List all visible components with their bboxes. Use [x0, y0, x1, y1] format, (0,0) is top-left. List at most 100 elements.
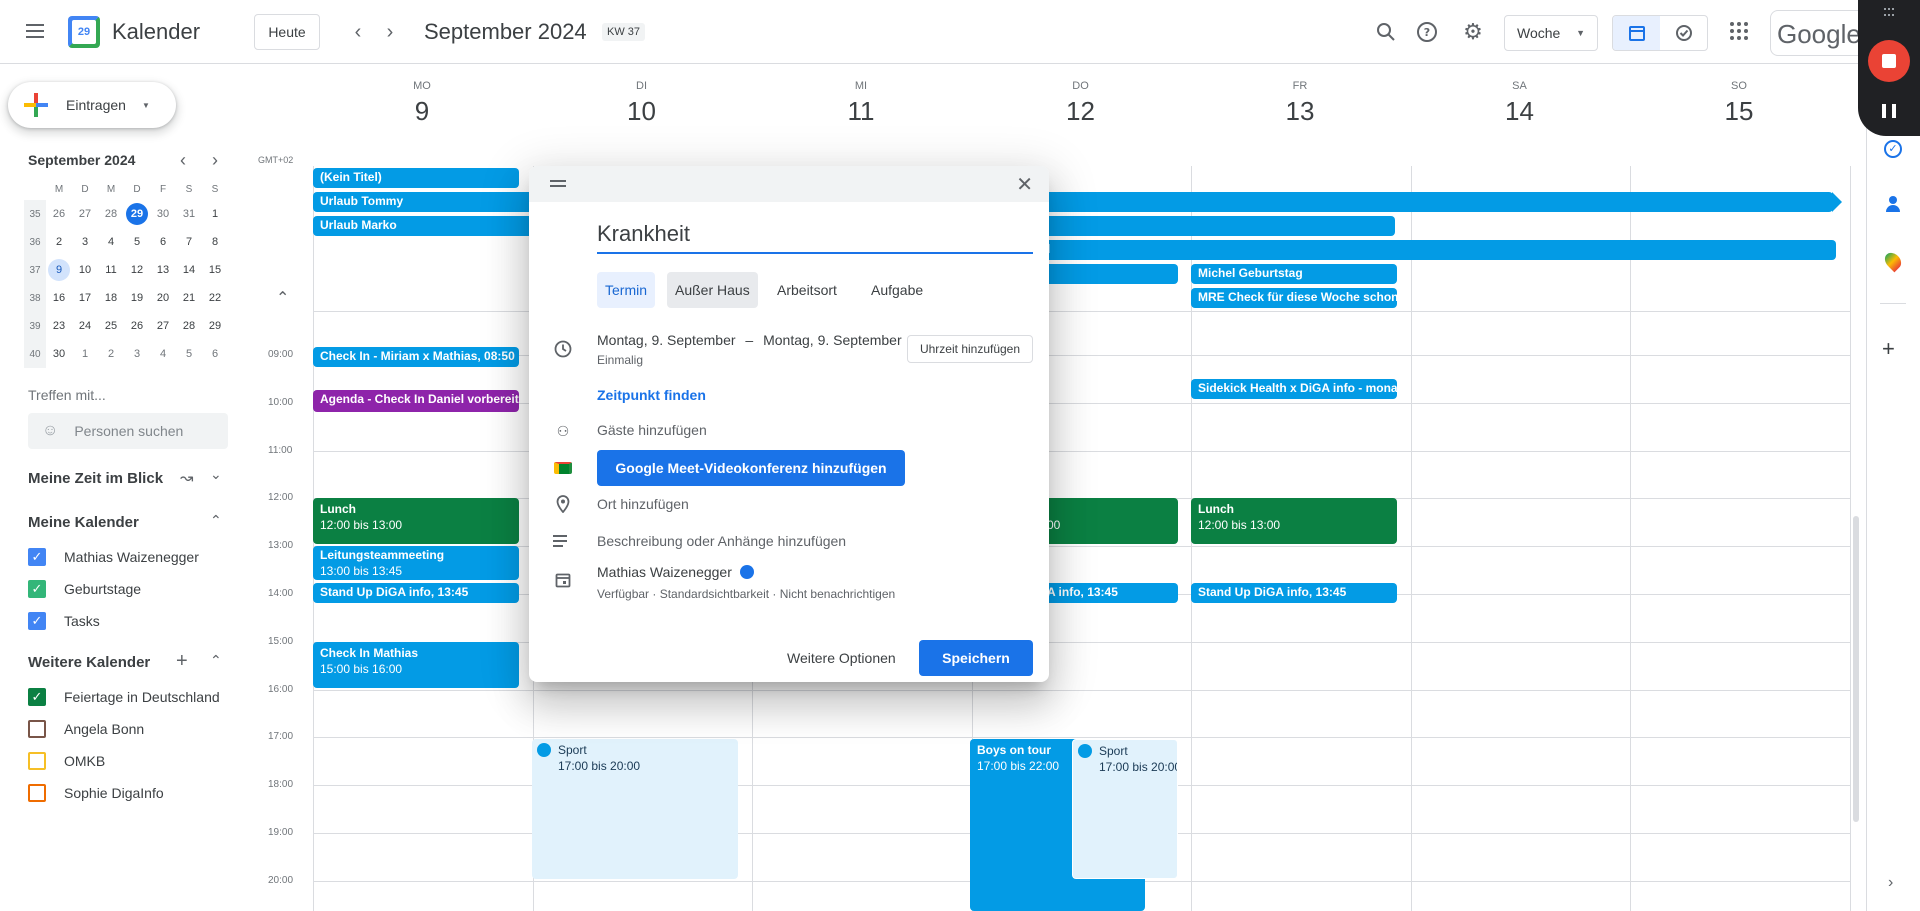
mini-day[interactable]: 26 [46, 200, 72, 228]
mini-day[interactable]: 13 [150, 256, 176, 284]
calendar-event[interactable]: Agenda - Check In Daniel vorbereiten [313, 390, 519, 412]
calendar-list-item[interactable]: ✓ Mathias Waizenegger [28, 541, 248, 573]
calendar-event[interactable]: Lunch 12:00 bis 13:00 [313, 498, 519, 544]
day-header[interactable]: MO 9 [313, 80, 531, 127]
mini-day[interactable]: 26 [124, 312, 150, 340]
mini-day[interactable]: 27 [72, 200, 98, 228]
add-time-button[interactable]: Uhrzeit hinzufügen [907, 335, 1033, 363]
mini-day[interactable]: 14 [176, 256, 202, 284]
mini-day[interactable]: 1 [72, 340, 98, 368]
checkbox-unchecked-icon[interactable] [28, 720, 46, 738]
checkbox-checked-icon[interactable]: ✓ [28, 612, 46, 630]
day-header[interactable]: DO 12 [972, 80, 1190, 127]
mini-day[interactable]: 29 [124, 200, 150, 228]
day-header[interactable]: MI 11 [752, 80, 970, 127]
mini-day[interactable]: 31 [176, 200, 202, 228]
calendar-list-item[interactable]: ✓ Geburtstage [28, 573, 248, 605]
mini-next-icon[interactable]: › [212, 150, 218, 171]
calendar-event[interactable]: 00 [1040, 498, 1178, 544]
add-calendar-icon[interactable]: + [176, 650, 188, 673]
allday-event[interactable]: l [1040, 240, 1836, 260]
day-header[interactable]: FR 13 [1191, 80, 1409, 127]
contacts-side-icon[interactable] [1886, 196, 1900, 212]
calendar-event[interactable]: Sidekick Health x DiGA info - monatl [1191, 379, 1397, 399]
date-from[interactable]: Montag, 9. September [597, 332, 736, 348]
today-button[interactable]: Heute [254, 14, 320, 50]
calendar-event[interactable]: Sport 17:00 bis 20:00 [532, 739, 738, 879]
mini-prev-icon[interactable]: ‹ [180, 150, 186, 171]
checkbox-checked-icon[interactable]: ✓ [28, 580, 46, 598]
day-header[interactable]: DI 10 [533, 80, 751, 127]
mini-day[interactable]: 17 [72, 284, 98, 312]
expand-panel-icon[interactable]: › [1888, 874, 1893, 892]
tab-ausser-haus[interactable]: Außer Haus [667, 272, 758, 308]
mini-day[interactable]: 28 [176, 312, 202, 340]
insights-chart-icon[interactable]: ↝ [180, 468, 193, 488]
calendar-list-item[interactable]: OMKB [28, 745, 248, 777]
mini-day[interactable]: 22 [202, 284, 228, 312]
calendar-event[interactable]: Lunch 12:00 bis 13:00 [1191, 498, 1397, 544]
allday-event[interactable] [1040, 264, 1178, 284]
mini-day[interactable]: 9 [46, 256, 72, 284]
pause-icon[interactable] [1882, 104, 1896, 118]
stop-recording-button[interactable] [1868, 40, 1910, 82]
view-select[interactable]: Woche ▼ [1504, 15, 1598, 51]
checkbox-checked-icon[interactable]: ✓ [28, 688, 46, 706]
mini-day[interactable]: 8 [202, 228, 228, 256]
mini-day[interactable]: 25 [98, 312, 124, 340]
calendar-event[interactable]: Check In Mathias 15:00 bis 16:00 [313, 642, 519, 688]
calendar-view-icon[interactable] [1613, 16, 1660, 50]
mini-day[interactable]: 5 [124, 228, 150, 256]
allday-event[interactable]: (Kein Titel) [313, 168, 519, 188]
mini-day[interactable]: 5 [176, 340, 202, 368]
mini-day[interactable]: 20 [150, 284, 176, 312]
calendar-list-item[interactable]: ✓ Tasks [28, 605, 248, 637]
mini-day[interactable]: 29 [202, 312, 228, 340]
add-description-field[interactable]: Beschreibung oder Anhänge hinzufügen [597, 533, 846, 549]
mini-day[interactable]: 3 [124, 340, 150, 368]
other-calendars-title[interactable]: Weitere Kalender [28, 654, 150, 671]
tab-arbeitsort[interactable]: Arbeitsort [769, 272, 845, 308]
calendar-event[interactable]: Sport 17:00 bis 20:00 [1072, 739, 1178, 879]
calendar-owner[interactable]: Mathias Waizenegger [597, 564, 754, 580]
help-icon[interactable]: ? [1413, 18, 1441, 46]
tasks-view-icon[interactable] [1660, 16, 1707, 50]
add-addon-icon[interactable]: + [1882, 336, 1895, 362]
allday-event[interactable]: Michel Geburtstag [1191, 264, 1397, 284]
other-calendars-collapse-icon[interactable]: ⌃ [210, 652, 222, 669]
allday-event[interactable]: MRE Check für diese Woche schon [1191, 288, 1397, 308]
more-options-button[interactable]: Weitere Optionen [781, 640, 902, 676]
my-time-title[interactable]: Meine Zeit im Blick [28, 470, 163, 487]
mini-day[interactable]: 24 [72, 312, 98, 340]
calendar-event[interactable]: Leitungsteammeeting 13:00 bis 13:45 [313, 546, 519, 580]
recurrence-select[interactable]: Einmalig [597, 353, 643, 367]
mini-day[interactable]: 18 [98, 284, 124, 312]
day-header[interactable]: SO 15 [1630, 80, 1848, 127]
my-time-expand-icon[interactable]: ⌄ [210, 466, 222, 483]
checkbox-unchecked-icon[interactable] [28, 784, 46, 802]
google-meet-button[interactable]: Google Meet-Videokonferenz hinzufügen [597, 450, 905, 486]
mini-day[interactable]: 3 [72, 228, 98, 256]
mini-day[interactable]: 30 [150, 200, 176, 228]
mini-day[interactable]: 7 [176, 228, 202, 256]
date-range[interactable]: Montag, 9. September – Montag, 9. Septem… [597, 332, 902, 348]
add-location-field[interactable]: Ort hinzufügen [597, 496, 689, 512]
date-to[interactable]: Montag, 9. September [763, 332, 902, 348]
close-icon[interactable]: ✕ [1016, 172, 1033, 197]
people-search-input[interactable]: ☺ Personen suchen [28, 413, 228, 449]
calendar-event[interactable]: Check In - Miriam x Mathias, 08:50 [313, 347, 519, 367]
google-brand-button[interactable]: Google [1770, 10, 1870, 56]
main-menu-icon[interactable] [26, 20, 44, 42]
mini-day[interactable]: 2 [46, 228, 72, 256]
mini-day[interactable]: 11 [98, 256, 124, 284]
checkbox-checked-icon[interactable]: ✓ [28, 548, 46, 566]
mini-day[interactable]: 23 [46, 312, 72, 340]
settings-gear-icon[interactable]: ⚙ [1459, 18, 1487, 46]
my-calendars-collapse-icon[interactable]: ⌃ [210, 512, 222, 529]
mini-day[interactable]: 30 [46, 340, 72, 368]
mini-day[interactable]: 1 [202, 200, 228, 228]
calendar-event[interactable]: Stand Up DiGA info, 13:45 [313, 583, 519, 603]
mini-day[interactable]: 6 [202, 340, 228, 368]
checkbox-unchecked-icon[interactable] [28, 752, 46, 770]
mini-day[interactable]: 15 [202, 256, 228, 284]
